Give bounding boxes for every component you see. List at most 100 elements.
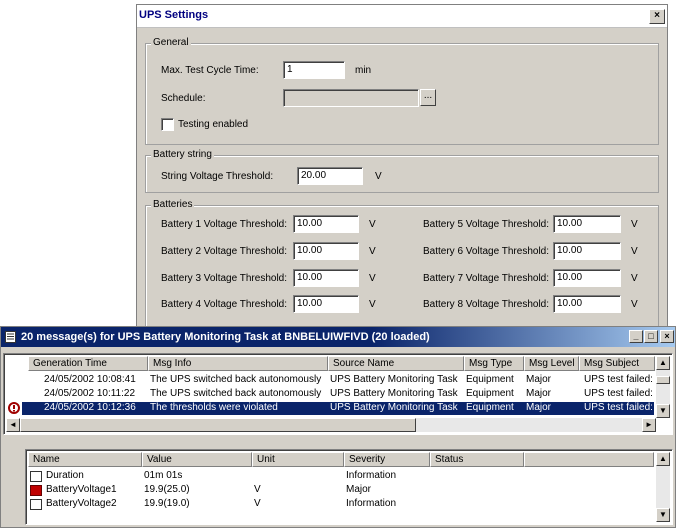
dialog-title: UPS Settings [139, 9, 209, 21]
col-unit[interactable]: Unit [252, 452, 344, 467]
detail-name: Duration [46, 470, 84, 481]
row-info: The UPS switched back autonomously [150, 388, 322, 399]
battery-2-unit: V [369, 246, 376, 257]
minimize-icon[interactable]: _ [629, 330, 643, 343]
message-list[interactable]: Generation Time Msg Info Source Name Msg… [3, 353, 673, 435]
scroll-down-icon[interactable]: ▼ [656, 508, 670, 522]
battery-3-unit: V [369, 273, 376, 284]
col-source-name[interactable]: Source Name [328, 356, 464, 371]
list-item[interactable]: Duration 01m 01s Information [26, 470, 654, 484]
scroll-up-icon[interactable]: ▲ [656, 356, 670, 370]
col-msg-type[interactable]: Msg Type [464, 356, 524, 371]
row-source: UPS Battery Monitoring Task [330, 388, 458, 399]
battery-1-threshold-label: Battery 1 Voltage Threshold: [161, 219, 288, 230]
scroll-right-icon[interactable]: ► [642, 418, 656, 432]
row-info: The UPS switched back autonomously [150, 374, 322, 385]
maximize-icon[interactable]: □ [644, 330, 658, 343]
list-item[interactable]: BatteryVoltage1 19.9(25.0) V Major [26, 484, 654, 498]
messages-title-bar[interactable]: 20 message(s) for UPS Battery Monitoring… [1, 327, 675, 347]
close-icon[interactable]: × [660, 330, 674, 343]
col-msg-level[interactable]: Msg Level [524, 356, 579, 371]
table-row[interactable]: 24/05/2002 10:11:22 The UPS switched bac… [4, 388, 656, 402]
row-level: Major [526, 402, 552, 413]
battery-6-threshold-input[interactable]: 10.00 [553, 242, 621, 260]
scroll-left-icon[interactable]: ◄ [6, 418, 20, 432]
string-voltage-threshold-label: String Voltage Threshold: [161, 171, 274, 182]
schedule-label: Schedule: [161, 93, 206, 104]
parameter-icon [30, 471, 42, 482]
scroll-thumb[interactable] [656, 376, 670, 384]
string-voltage-unit: V [375, 171, 382, 182]
col-name[interactable]: Name [28, 452, 142, 467]
battery-5-threshold-input[interactable]: 10.00 [553, 215, 621, 233]
row-level: Major [526, 374, 552, 385]
battery-7-threshold-input[interactable]: 10.00 [553, 269, 621, 287]
row-subject: UPS test failed: [584, 374, 653, 385]
testing-enabled-checkbox[interactable] [161, 118, 174, 131]
battery-3-threshold-input[interactable]: 10.00 [293, 269, 359, 287]
batteries-group-label: Batteries [151, 199, 195, 210]
col-value[interactable]: Value [142, 452, 252, 467]
battery-7-threshold-label: Battery 7 Voltage Threshold: [423, 273, 550, 284]
detail-unit: V [254, 484, 261, 495]
table-row-selected[interactable]: 24/05/2002 10:12:36 The thresholds were … [22, 402, 654, 415]
row-type: Equipment [466, 388, 514, 399]
battery-2-threshold-label: Battery 2 Voltage Threshold: [161, 246, 288, 257]
max-test-cycle-input[interactable]: 1 [283, 61, 345, 79]
general-group-label: General [151, 37, 191, 48]
close-icon[interactable]: × [649, 9, 665, 24]
battery-4-threshold-label: Battery 4 Voltage Threshold: [161, 299, 288, 310]
table-row[interactable]: 24/05/2002 10:08:41 The UPS switched bac… [4, 374, 656, 388]
detail-name: BatteryVoltage2 [46, 498, 117, 509]
detail-vertical-scrollbar[interactable]: ▲ ▼ [656, 452, 670, 522]
row-subject: UPS test failed: [584, 388, 653, 399]
col-msg-info[interactable]: Msg Info [148, 356, 328, 371]
parameter-icon [30, 499, 42, 510]
detail-list[interactable]: Name Value Unit Severity Status Duration… [25, 449, 673, 525]
row-source: UPS Battery Monitoring Task [330, 374, 458, 385]
scroll-up-icon[interactable]: ▲ [656, 452, 670, 466]
battery-7-unit: V [631, 273, 638, 284]
parameter-alarm-icon [30, 485, 42, 496]
battery-1-unit: V [369, 219, 376, 230]
col-msg-subject[interactable]: Msg Subject [579, 356, 655, 371]
horizontal-scroll-thumb[interactable] [20, 418, 416, 432]
horizontal-scrollbar[interactable]: ◄ ► [6, 418, 656, 432]
col-severity[interactable]: Severity [344, 452, 430, 467]
schedule-field[interactable] [283, 89, 419, 107]
vertical-scrollbar[interactable]: ▲ ▼ [656, 356, 670, 418]
battery-6-threshold-label: Battery 6 Voltage Threshold: [423, 246, 550, 257]
battery-4-unit: V [369, 299, 376, 310]
battery-string-group-label: Battery string [151, 149, 214, 160]
window-document-icon [5, 331, 16, 343]
detail-value: 19.9(25.0) [144, 484, 190, 495]
battery-1-threshold-input[interactable]: 10.00 [293, 215, 359, 233]
battery-5-unit: V [631, 219, 638, 230]
alarm-icon [8, 402, 20, 414]
string-voltage-threshold-input[interactable]: 20.00 [297, 167, 363, 185]
col-status[interactable]: Status [430, 452, 524, 467]
row-time: 24/05/2002 10:12:36 [44, 402, 136, 413]
dialog-title-bar[interactable]: UPS Settings × [137, 5, 667, 28]
ups-settings-dialog: UPS Settings × General Max. Test Cycle T… [136, 4, 668, 337]
detail-name: BatteryVoltage1 [46, 484, 117, 495]
max-test-cycle-label: Max. Test Cycle Time: [161, 65, 259, 76]
row-time: 24/05/2002 10:08:41 [44, 374, 136, 385]
detail-severity: Information [346, 470, 397, 481]
battery-8-unit: V [631, 299, 638, 310]
row-time: 24/05/2002 10:11:22 [44, 388, 136, 399]
scroll-down-icon[interactable]: ▼ [656, 404, 670, 418]
row-source: UPS Battery Monitoring Task [330, 402, 458, 413]
col-empty [524, 452, 654, 467]
battery-5-threshold-label: Battery 5 Voltage Threshold: [423, 219, 550, 230]
battery-4-threshold-input[interactable]: 10.00 [293, 295, 359, 313]
battery-8-threshold-input[interactable]: 10.00 [553, 295, 621, 313]
list-item[interactable]: BatteryVoltage2 19.9(19.0) V Information [26, 498, 654, 512]
battery-3-threshold-label: Battery 3 Voltage Threshold: [161, 273, 288, 284]
schedule-browse-button[interactable]: ... [420, 89, 436, 106]
row-subject: UPS test failed: [584, 402, 653, 413]
col-generation-time[interactable]: Generation Time [28, 356, 148, 371]
battery-2-threshold-input[interactable]: 10.00 [293, 242, 359, 260]
detail-unit: V [254, 498, 261, 509]
detail-severity: Major [346, 484, 372, 495]
